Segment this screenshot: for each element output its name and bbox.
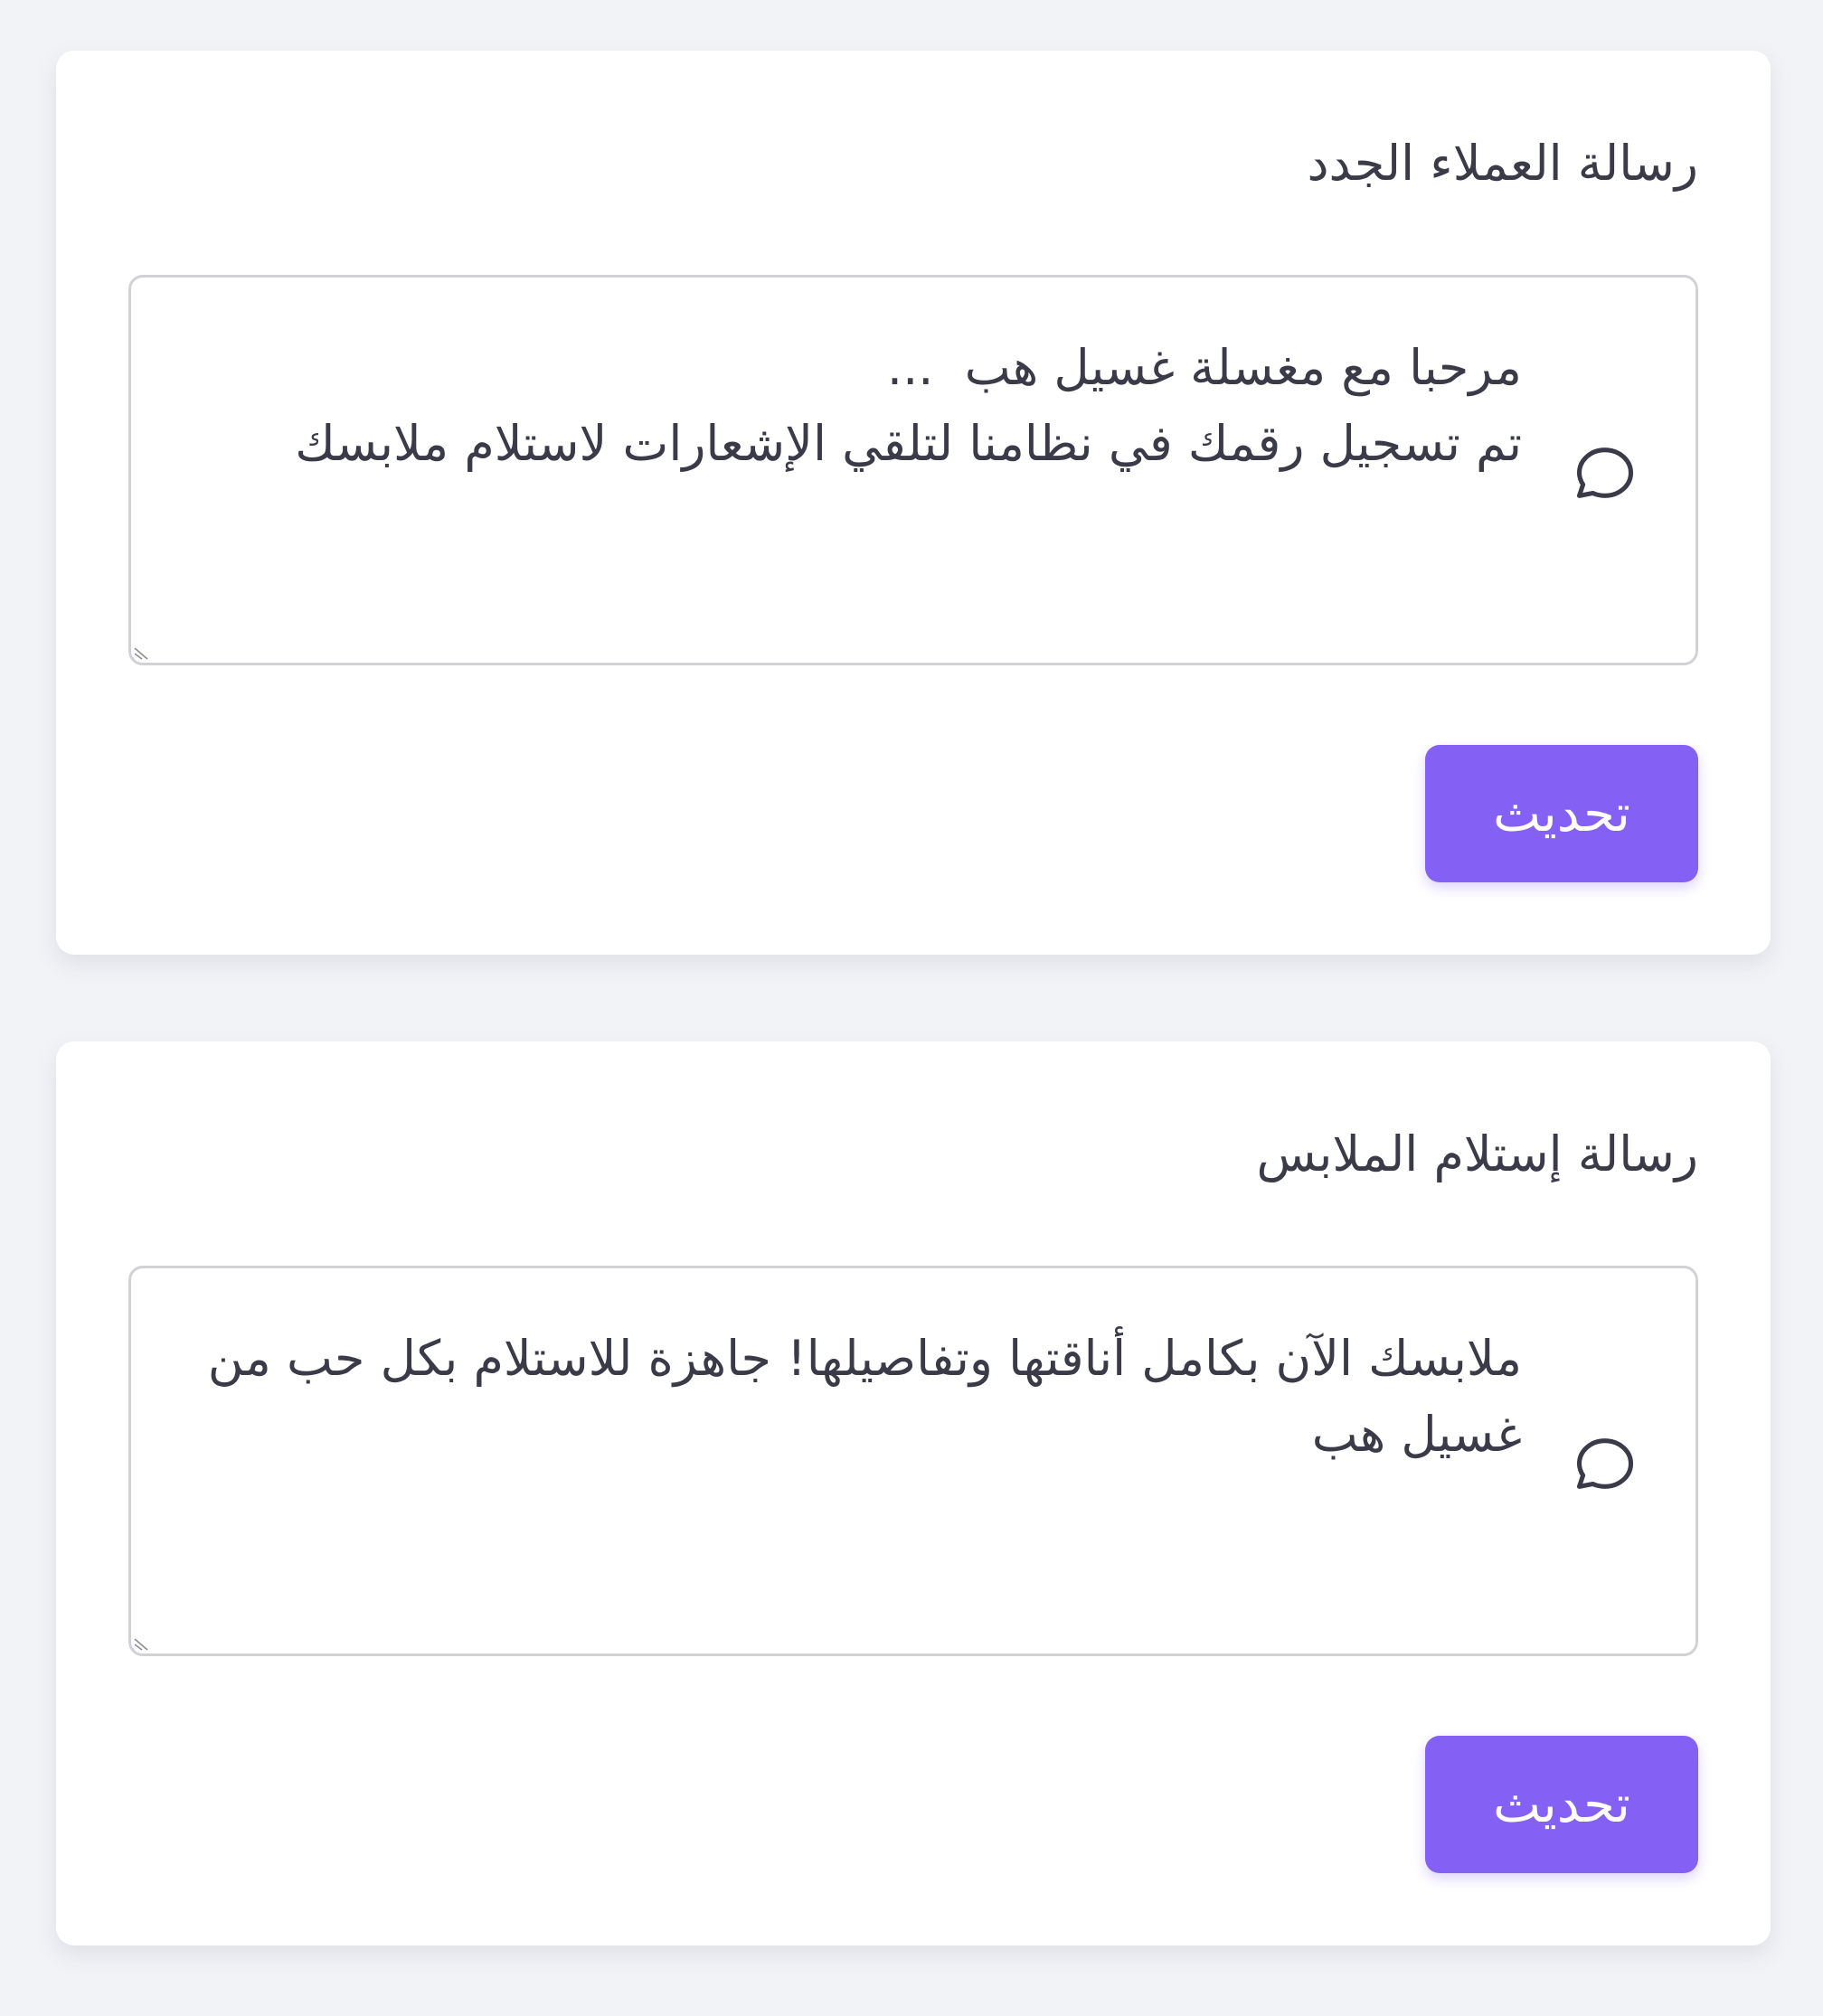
update-button[interactable]: تحديث: [1425, 1736, 1698, 1873]
chat-bubble-icon: [1576, 1438, 1634, 1489]
message-text[interactable]: ملابسك الآن بكامل أناقتها وتفاصيلها! جاه…: [194, 1321, 1522, 1473]
message-text[interactable]: مرحبا مع مغسلة غسيل هب ... تم تسجيل رقمك…: [194, 330, 1522, 482]
message-textarea[interactable]: مرحبا مع مغسلة غسيل هب ... تم تسجيل رقمك…: [128, 275, 1698, 665]
clothes-pickup-message-card: رسالة إستلام الملابس ملابسك الآن بكامل أ…: [56, 1041, 1771, 1945]
resize-grip-icon[interactable]: [133, 1634, 151, 1652]
resize-grip-icon[interactable]: [133, 643, 151, 661]
update-button[interactable]: تحديث: [1425, 745, 1698, 882]
new-customers-message-card: رسالة العملاء الجدد مرحبا مع مغسلة غسيل …: [56, 51, 1771, 955]
chat-bubble-icon: [1576, 447, 1634, 498]
message-textarea[interactable]: ملابسك الآن بكامل أناقتها وتفاصيلها! جاه…: [128, 1266, 1698, 1656]
card-title: رسالة العملاء الجدد: [1307, 135, 1698, 192]
card-title: رسالة إستلام الملابس: [1256, 1126, 1698, 1182]
